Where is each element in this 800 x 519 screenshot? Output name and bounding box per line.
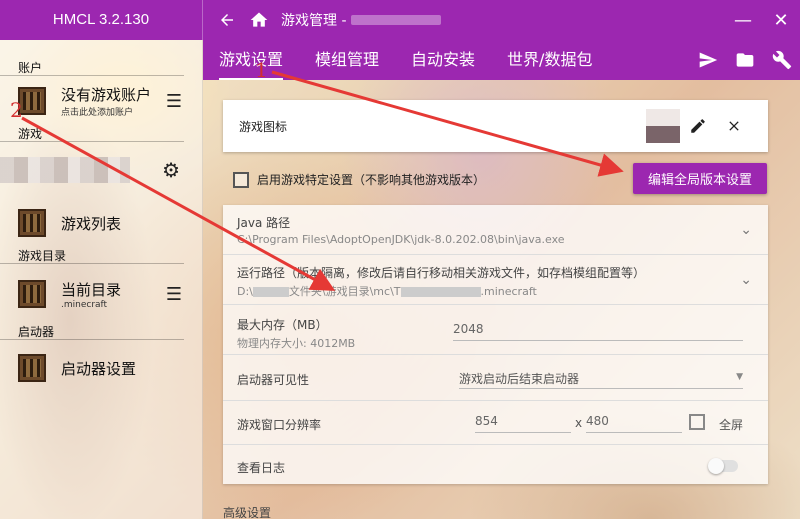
specific-settings-label: 启用游戏特定设置（不影响其他游戏版本） xyxy=(257,173,486,187)
redacted-game-name xyxy=(0,157,130,183)
paper-plane-icon[interactable] xyxy=(689,40,726,80)
current-dir-sub: .minecraft xyxy=(61,299,108,310)
java-path-label: Java 路径 xyxy=(237,216,291,230)
account-name: 没有游戏账户 xyxy=(61,86,152,104)
visibility-value: 游戏启动后结束启动器 xyxy=(459,372,580,386)
visibility-row: 启动器可见性 游戏启动后结束启动器 ▼ xyxy=(223,355,768,401)
run-path-mid: 文件夹\游戏目录\mc\T xyxy=(288,285,401,298)
current-dir-label: 当前目录 xyxy=(61,280,122,299)
content-area: 游戏图标 启用游戏特定设置（不影响其他游戏版本） 编辑全局版本设置 Java 路… xyxy=(203,80,800,519)
gear-icon[interactable]: ⚙ xyxy=(162,158,180,182)
minimize-button[interactable]: — xyxy=(724,0,762,40)
settings-panel: Java 路径 C:\Program Files\AdoptOpenJDK\jd… xyxy=(223,205,768,484)
chevron-down-icon[interactable]: ⌄ xyxy=(740,272,752,288)
launcher-block-icon xyxy=(18,354,46,382)
tab-worlds-datapacks[interactable]: 世界/数据包 xyxy=(491,40,608,80)
sidebar-header-launcher: 启动器 xyxy=(0,324,184,340)
title-bar: HMCL 3.2.130 游戏管理 - — ✕ xyxy=(0,0,800,40)
window-title: 游戏管理 - xyxy=(281,13,347,29)
advanced-settings-header: 高级设置 xyxy=(223,506,272,519)
fullscreen-checkbox[interactable] xyxy=(689,414,705,430)
run-path-value: D:\ 文件夹\游戏目录\mc\T .minecraft xyxy=(237,283,768,299)
pencil-icon[interactable] xyxy=(680,117,716,135)
game-icon-card: 游戏图标 xyxy=(223,100,768,152)
java-path-value: C:\Program Files\AdoptOpenJDK\jdk-8.0.20… xyxy=(237,233,565,246)
tab-bar: 游戏设置 模组管理 自动安装 世界/数据包 xyxy=(203,40,800,80)
edit-global-settings-button[interactable]: 编辑全局版本设置 xyxy=(633,163,767,194)
resolution-width-input[interactable]: 854 xyxy=(475,411,571,433)
account-hint: 点击此处添加账户 xyxy=(61,108,134,118)
sidebar-item-account[interactable]: 没有游戏账户 点击此处添加账户 ☰ xyxy=(0,76,202,126)
back-arrow-icon[interactable] xyxy=(211,0,243,40)
resolution-label: 游戏窗口分辨率 xyxy=(237,418,322,432)
dir-block-icon xyxy=(18,280,46,308)
memory-row: 最大内存（MB） 物理内存大小: 4012MB 2048 xyxy=(223,305,768,355)
tab-mod-management[interactable]: 模组管理 xyxy=(299,40,395,80)
sidebar-item-current-dir[interactable]: 当前目录 .minecraft ☰ xyxy=(0,264,202,324)
log-row: 查看日志 xyxy=(223,445,768,484)
app-title: HMCL 3.2.130 xyxy=(0,0,203,40)
resolution-height-input[interactable]: 480 xyxy=(586,411,682,433)
log-toggle[interactable] xyxy=(708,458,738,474)
redacted-path-2 xyxy=(400,287,481,297)
sidebar-header-game: 游戏 xyxy=(0,126,184,142)
specific-settings-row: 启用游戏特定设置（不影响其他游戏版本） xyxy=(233,171,485,188)
visibility-label: 启动器可见性 xyxy=(237,373,310,387)
sidebar-item-selected-game[interactable]: ⚙ xyxy=(0,142,202,198)
resolution-separator: x xyxy=(575,416,583,430)
tab-auto-install[interactable]: 自动安装 xyxy=(395,40,491,80)
dir-menu-icon[interactable]: ☰ xyxy=(166,284,182,305)
close-window-button[interactable]: ✕ xyxy=(762,0,800,40)
game-list-label: 游戏列表 xyxy=(61,214,122,233)
sidebar-item-game-list[interactable]: 游戏列表 xyxy=(0,198,202,248)
home-icon[interactable] xyxy=(243,0,275,40)
java-path-row[interactable]: Java 路径 C:\Program Files\AdoptOpenJDK\jd… xyxy=(223,205,768,255)
folder-icon[interactable] xyxy=(726,40,763,80)
visibility-select[interactable]: 游戏启动后结束启动器 ▼ xyxy=(459,367,743,389)
dropdown-arrow-icon: ▼ xyxy=(736,372,743,382)
run-path-suffix: .minecraft xyxy=(480,285,537,298)
sidebar-header-dir: 游戏目录 xyxy=(0,248,184,264)
redacted-title xyxy=(350,15,441,25)
wrench-icon[interactable] xyxy=(763,40,800,80)
chevron-down-icon[interactable]: ⌄ xyxy=(740,222,752,238)
account-menu-icon[interactable]: ☰ xyxy=(166,91,182,112)
game-list-block-icon xyxy=(18,209,46,237)
sidebar-header-accounts: 账户 xyxy=(0,60,184,76)
sidebar-item-launcher-settings[interactable]: 启动器设置 xyxy=(0,340,202,396)
launcher-settings-label: 启动器设置 xyxy=(61,359,137,378)
tab-game-settings[interactable]: 游戏设置 xyxy=(203,40,299,80)
close-icon[interactable] xyxy=(716,118,752,134)
specific-settings-checkbox[interactable] xyxy=(233,171,249,188)
redacted-path-1 xyxy=(252,287,289,297)
game-icon-preview xyxy=(646,109,680,143)
resolution-row: 游戏窗口分辨率 854 x 480 全屏 xyxy=(223,401,768,445)
annotation-number-1: 1 xyxy=(255,58,268,82)
run-path-label: 运行路径（版本隔离，修改后请自行移动相关游戏文件，如存档模组配置等） xyxy=(237,266,646,280)
fullscreen-label: 全屏 xyxy=(719,418,744,432)
memory-input[interactable]: 2048 xyxy=(453,319,743,341)
sidebar: 账户 没有游戏账户 点击此处添加账户 ☰ 游戏 ⚙ 游戏列表 游戏目录 当前目录… xyxy=(0,40,203,519)
log-label: 查看日志 xyxy=(237,461,286,475)
game-icon-label: 游戏图标 xyxy=(239,119,288,134)
run-path-prefix: D:\ xyxy=(237,285,253,298)
run-path-row[interactable]: 运行路径（版本隔离，修改后请自行移动相关游戏文件，如存档模组配置等） D:\ 文件… xyxy=(223,255,768,305)
annotation-number-2: 2 xyxy=(10,98,23,122)
